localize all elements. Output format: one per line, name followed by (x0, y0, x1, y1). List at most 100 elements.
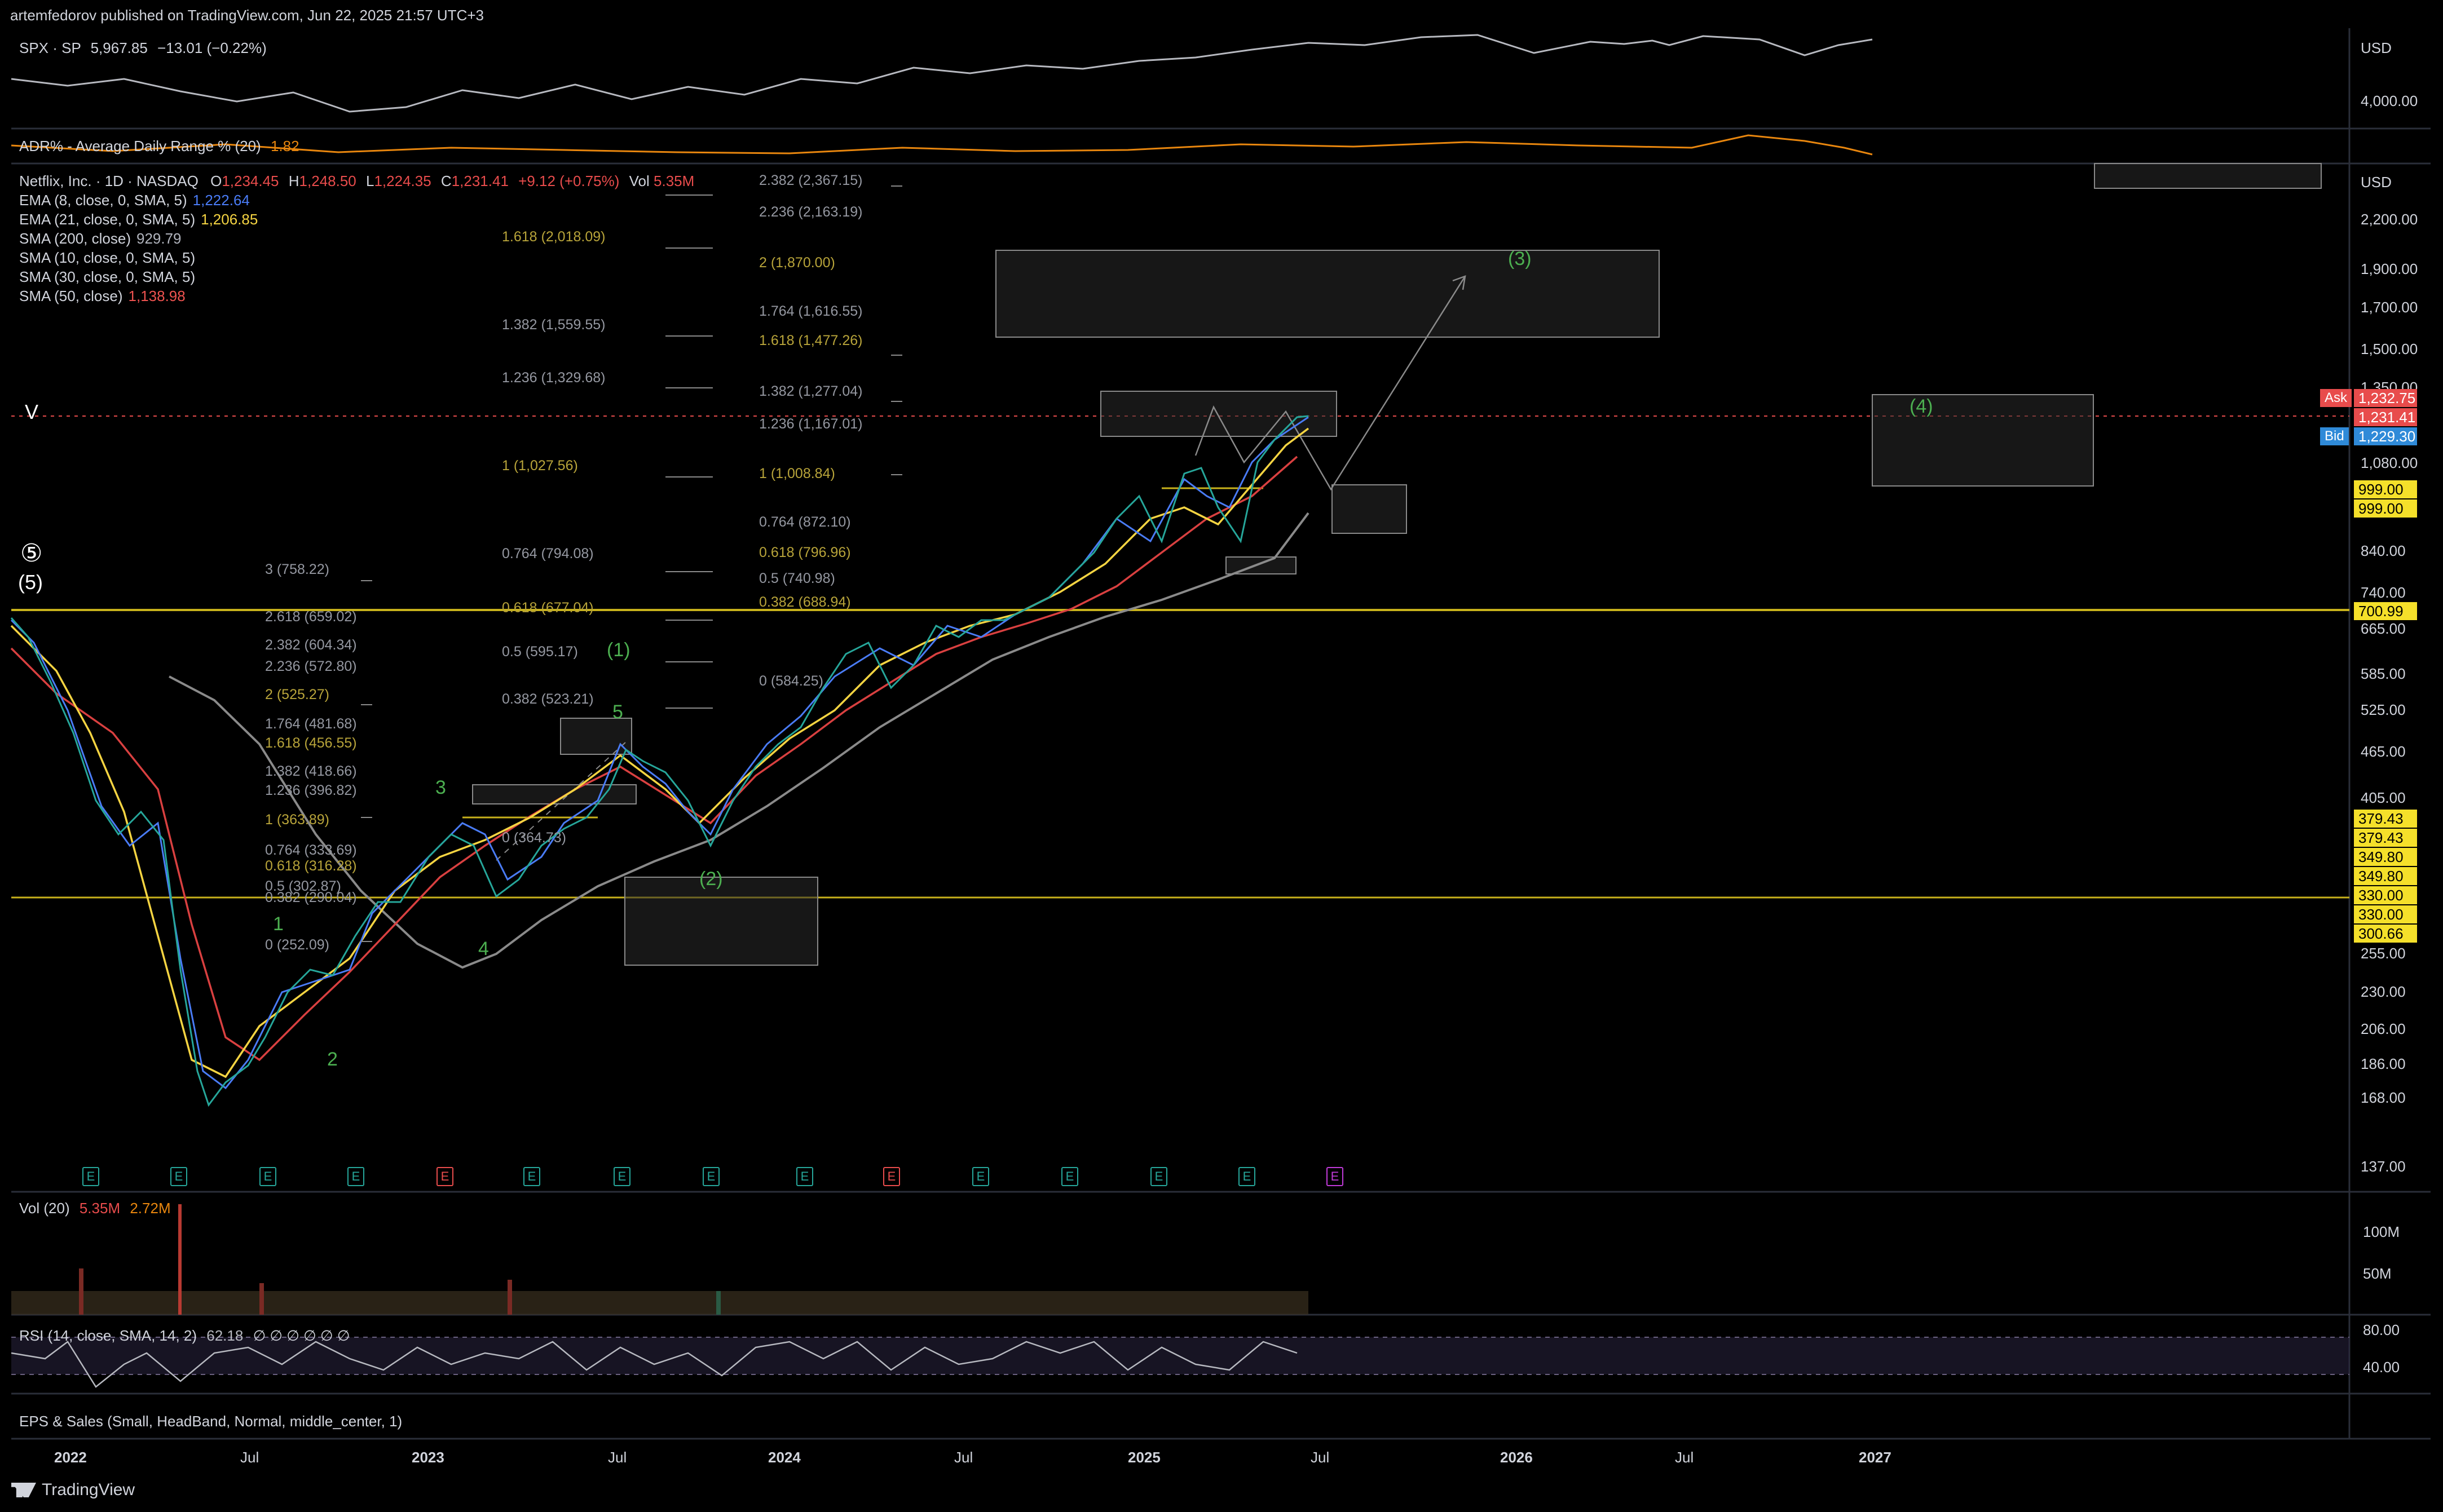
spx-symbol: SPX · SP (19, 39, 81, 56)
price-badge-tag: Ask (2320, 389, 2352, 407)
price-badge: 999.00 (2354, 499, 2417, 518)
indicator-name: SMA (50, close) (19, 288, 123, 304)
published-header: artemfedorov published on TradingView.co… (10, 7, 484, 24)
main-currency[interactable]: USD (2361, 174, 2392, 191)
zone-box-3 (995, 250, 1660, 338)
sma50-line (10, 456, 1298, 1062)
ohlc-c: C1,231.41 (440, 173, 509, 189)
spx-currency[interactable]: USD (2361, 39, 2392, 57)
indicator-name: SMA (200, close) (19, 230, 131, 247)
ohlc-o: O1,234.45 (210, 173, 279, 189)
fib-label: 0.382 (688.94) (759, 594, 851, 610)
earnings-marker[interactable]: E (170, 1167, 187, 1186)
indicator-row[interactable]: EMA (8, close, 0, SMA, 5) 1,222.64 (19, 191, 694, 210)
price-badge: 1,229.30 (2354, 427, 2417, 445)
adr-legend[interactable]: ADR% - Average Daily Range % (20) 1.82 (19, 136, 299, 156)
zone-box-2 (624, 877, 818, 966)
rsi-title: RSI (14, close, SMA, 14, 2) (19, 1327, 197, 1344)
fib-label: 1 (1,027.56) (502, 458, 578, 474)
time-tick: 2024 (768, 1449, 801, 1466)
tradingview-logo-icon (11, 1483, 36, 1497)
wave-5: 5 (612, 701, 623, 723)
price-badge: 999.00 (2354, 480, 2417, 498)
indicator-name: EMA (21, close, 0, SMA, 5) (19, 211, 196, 228)
fib-label: 0 (584.25) (759, 673, 823, 689)
earnings-marker[interactable]: E (1326, 1167, 1343, 1186)
earnings-marker[interactable]: E (82, 1167, 99, 1186)
fib-label: 2.382 (2,367.15) (759, 173, 863, 188)
fib-label: 1.764 (481.68) (265, 716, 357, 732)
price-badge: 700.99 (2354, 602, 2417, 620)
rsi-extras: ∅ ∅ ∅ ∅ ∅ ∅ (253, 1327, 350, 1344)
price-tick: 137.00 (2361, 1158, 2406, 1175)
price-badge: 349.80 (2354, 867, 2417, 885)
price-tick: 1,900.00 (2361, 260, 2418, 277)
indicator-value: 1,222.64 (192, 192, 250, 209)
eps-legend[interactable]: EPS & Sales (Small, HeadBand, Normal, mi… (19, 1412, 402, 1431)
fib-label: 2.236 (2,163.19) (759, 204, 863, 220)
fib-label: 1.618 (1,477.26) (759, 333, 863, 348)
price-tick: 168.00 (2361, 1089, 2406, 1106)
price-tick: 1,700.00 (2361, 299, 2418, 316)
indicator-row[interactable]: SMA (50, close) 1,138.98 (19, 286, 694, 306)
earnings-marker[interactable]: E (1061, 1167, 1078, 1186)
earnings-marker[interactable]: E (1150, 1167, 1167, 1186)
indicator-name: SMA (30, close, 0, SMA, 5) (19, 268, 196, 285)
earnings-marker[interactable]: E (259, 1167, 276, 1186)
fib-label: 0.5 (595.17) (502, 644, 578, 660)
earnings-marker[interactable]: E (614, 1167, 630, 1186)
spx-legend[interactable]: SPX · SP 5,967.85 −13.01 (−0.22%) (19, 38, 267, 58)
adr-name: ADR% - Average Daily Range % (20) (19, 138, 261, 154)
fib-label: 0 (364.73) (502, 830, 566, 846)
wave-3: 3 (435, 777, 446, 798)
earnings-marker[interactable]: E (883, 1167, 900, 1186)
earnings-marker[interactable]: E (796, 1167, 813, 1186)
indicator-row[interactable]: SMA (10, close, 0, SMA, 5) (19, 248, 694, 267)
indicator-row[interactable]: EMA (21, close, 0, SMA, 5) 1,206.85 (19, 210, 694, 229)
earnings-marker[interactable]: E (703, 1167, 720, 1186)
vol-legend[interactable]: Vol (20) 5.35M 2.72M (19, 1199, 171, 1218)
vol-value-1: 5.35M (79, 1200, 121, 1217)
fib-label: 2.382 (604.34) (265, 637, 357, 653)
tradingview-brand[interactable]: TradingView (11, 1480, 135, 1500)
rsi-value: 62.18 (206, 1327, 244, 1344)
earnings-marker[interactable]: E (972, 1167, 989, 1186)
ohlc-vol: Vol 5.35M (629, 173, 695, 189)
fib-label: 1.618 (2,018.09) (502, 229, 606, 245)
fib-label: 1.618 (456.55) (265, 735, 357, 751)
fib-label: 1.382 (1,277.04) (759, 383, 863, 399)
fib-label: 1.236 (1,167.01) (759, 416, 863, 432)
indicator-row[interactable]: SMA (30, close, 0, SMA, 5) (19, 267, 694, 286)
eps-title: EPS & Sales (Small, HeadBand, Normal, mi… (19, 1413, 403, 1430)
price-tick: 465.00 (2361, 743, 2406, 760)
earnings-marker[interactable]: E (523, 1167, 540, 1186)
time-tick: 2027 (1859, 1449, 1891, 1466)
price-tick: 665.00 (2361, 620, 2406, 637)
wave-1: 1 (273, 913, 284, 935)
price-tick: 840.00 (2361, 542, 2406, 559)
vol-value-2: 2.72M (130, 1200, 171, 1217)
ohlc-h: H1,248.50 (288, 173, 356, 189)
fib-label: 0 (252.09) (265, 937, 329, 953)
time-tick: 2025 (1128, 1449, 1161, 1466)
time-tick: 2026 (1500, 1449, 1533, 1466)
rsi-legend[interactable]: RSI (14, close, SMA, 14, 2) 62.18 ∅ ∅ ∅ … (19, 1326, 350, 1345)
wave-circle-4: (4) (1910, 396, 1933, 417)
fib-label: 0.382 (523.21) (502, 691, 594, 707)
symbol-title: Netflix, Inc. · 1D · NASDAQ (19, 173, 199, 189)
spx-price: 5,967.85 (90, 39, 148, 56)
wave-4: 4 (478, 938, 489, 960)
rsi-tick-40: 40.00 (2363, 1359, 2400, 1376)
wave-circle-3: (3) (1508, 248, 1532, 269)
fib-label: 0.618 (677.04) (502, 600, 594, 616)
time-tick: Jul (1311, 1449, 1330, 1466)
ema21-line (10, 427, 1309, 1078)
volume-bars (11, 1204, 1308, 1315)
time-tick: Jul (608, 1449, 627, 1466)
earnings-marker[interactable]: E (347, 1167, 364, 1186)
earnings-marker[interactable]: E (436, 1167, 453, 1186)
adr-value: 1.82 (270, 138, 299, 154)
earnings-marker[interactable]: E (1238, 1167, 1255, 1186)
price-tick: 1,500.00 (2361, 341, 2418, 357)
fib-label: 3 (758.22) (265, 562, 329, 577)
